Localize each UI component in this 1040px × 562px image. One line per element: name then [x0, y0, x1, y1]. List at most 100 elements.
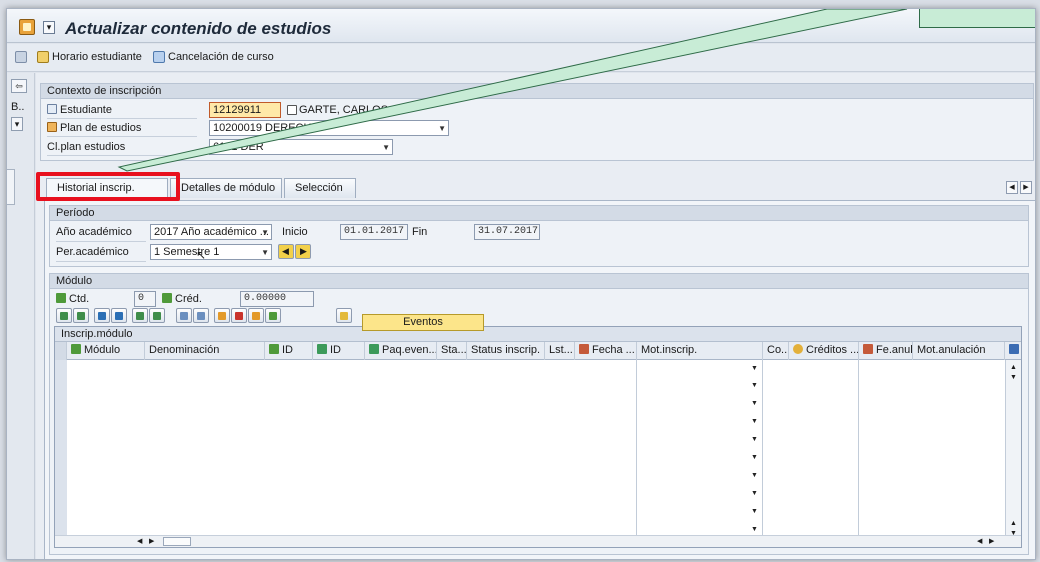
col-lst[interactable]: Lst... [545, 342, 575, 360]
student-id-field[interactable]: 12129911 [209, 102, 281, 118]
chevron-down-icon[interactable]: ▼ [751, 400, 758, 407]
col-mot-anulacion[interactable]: Mot.anulación [913, 342, 1005, 360]
previous-period-button[interactable]: ◀ [278, 244, 294, 259]
expand-icon[interactable]: ▾ [11, 117, 23, 131]
scroll-right-icon[interactable]: ▶ [149, 537, 154, 545]
edit-button[interactable] [176, 308, 192, 323]
context-group-title: Contexto de inscripción [41, 84, 1033, 99]
search-help-icon[interactable] [287, 105, 297, 115]
export-icon [136, 312, 144, 320]
col-mot-inscrip[interactable]: Mot.inscrip. [637, 342, 763, 360]
next-period-button[interactable]: ▶ [295, 244, 311, 259]
scroll-up-icon[interactable]: ▲ [1010, 364, 1017, 371]
other-student-button[interactable] [15, 51, 27, 63]
col-paq-even-label: Paq.even... [382, 344, 437, 356]
vertical-scrollbar[interactable]: ▲ ▼ ▲ ▼ [1005, 360, 1021, 542]
system-menu-icon[interactable]: ▾ [43, 21, 55, 34]
filter-button[interactable] [111, 308, 127, 323]
col-creditos[interactable]: Créditos ... [789, 342, 859, 360]
chevron-down-icon[interactable]: ▼ [751, 365, 758, 372]
clplan-value: 6101 DER [213, 141, 264, 153]
row-selector-column[interactable] [55, 360, 67, 542]
divider [56, 241, 146, 242]
chevron-down-icon[interactable]: ▼ [751, 382, 758, 389]
arrow-right-icon [340, 312, 348, 320]
change-button[interactable] [265, 308, 281, 323]
chevron-down-icon: ▼ [382, 143, 390, 152]
book-button[interactable] [214, 308, 230, 323]
creditos-column-cells[interactable] [789, 360, 859, 542]
col-paq-even[interactable]: Paq.even... [365, 342, 437, 360]
per-dropdown[interactable]: 1 Semestre 1 ▼ [150, 244, 272, 260]
tab-scroll-left-icon[interactable]: ◀ [1006, 181, 1018, 194]
col-modulo[interactable]: Módulo [67, 342, 145, 360]
collapse-handle[interactable] [7, 169, 15, 205]
col-fecha[interactable]: Fecha ... [575, 342, 637, 360]
events-arrow-button[interactable] [336, 308, 352, 323]
chevron-down-icon[interactable]: ▼ [751, 436, 758, 443]
schedule-button[interactable]: Horario estudiante [37, 51, 142, 63]
calendar-icon [863, 344, 873, 354]
back-arrow-icon[interactable]: ⇦ [11, 79, 27, 93]
col-id-2[interactable]: ID [313, 342, 365, 360]
scroll-left-icon[interactable]: ◀ [977, 537, 982, 545]
callout-box [919, 9, 1035, 28]
fecha-column-cells[interactable] [575, 360, 637, 542]
application-toolbar: Horario estudiante Cancelación de curso [7, 44, 1035, 72]
details-button[interactable] [56, 308, 72, 323]
chevron-down-icon[interactable]: ▼ [751, 508, 758, 515]
cancel-course-button[interactable]: Cancelación de curso [153, 51, 274, 63]
col-fe-anul[interactable]: Fe.anul. [859, 342, 913, 360]
col-co[interactable]: Co... [763, 342, 789, 360]
cancel-booking-button[interactable] [231, 308, 247, 323]
select-all-cell[interactable] [55, 342, 67, 360]
mot-inscrip-column-cells[interactable] [637, 360, 763, 542]
scroll-thumb[interactable] [163, 537, 191, 546]
chevron-down-icon: ▼ [438, 124, 446, 133]
export-button[interactable] [132, 308, 148, 323]
plan-dropdown[interactable]: 10200019 DERECHO ▼ [209, 120, 449, 136]
tab-scroll-right-icon[interactable]: ▶ [1020, 181, 1032, 194]
rebook-button[interactable] [248, 308, 264, 323]
column-settings-icon[interactable] [1005, 342, 1021, 360]
chevron-down-icon[interactable]: ▼ [751, 454, 758, 461]
col-fecha-label: Fecha ... [592, 344, 635, 356]
tab-detalles-modulo[interactable]: Detalles de módulo [170, 178, 282, 198]
horizontal-scrollbar[interactable]: ◀ ▶ ◀ ▶ [55, 535, 1021, 547]
col-denominacion[interactable]: Denominación [145, 342, 265, 360]
col-sta[interactable]: Sta... [437, 342, 467, 360]
grid-header: Módulo Denominación ID ID Paq.even... St… [55, 342, 1021, 360]
scroll-right-icon[interactable]: ▶ [989, 537, 994, 545]
clplan-label: Cl.plan estudios [47, 141, 126, 153]
scroll-up-icon[interactable]: ▲ [1010, 520, 1017, 527]
chevron-down-icon[interactable]: ▼ [751, 418, 758, 425]
app-icon[interactable] [19, 19, 35, 35]
student-icon [47, 104, 57, 114]
divider [56, 261, 146, 262]
cred-label-wrap: Créd. [162, 293, 202, 305]
link-button[interactable] [193, 308, 209, 323]
scroll-down-icon[interactable]: ▼ [1010, 374, 1017, 381]
fin-label: Fin [412, 226, 428, 238]
student-name: GARTE, CARLOS [299, 104, 389, 116]
sort-asc-button[interactable] [94, 308, 110, 323]
navigation-b-label[interactable]: B.. [11, 101, 24, 113]
chevron-down-icon[interactable]: ▼ [751, 526, 758, 533]
fin-field: 31.07.2017 [474, 224, 540, 240]
col-id-1[interactable]: ID [265, 342, 313, 360]
scroll-left-icon[interactable]: ◀ [137, 537, 142, 545]
pencil-icon [180, 312, 188, 320]
select-all-button[interactable] [73, 308, 89, 323]
inicio-field: 01.01.2017 [340, 224, 408, 240]
layout-button[interactable] [149, 308, 165, 323]
select-all-icon [77, 312, 85, 320]
col-status-inscrip[interactable]: Status inscrip. [467, 342, 545, 360]
tab-seleccion[interactable]: Selección [284, 178, 356, 198]
eventos-button[interactable]: Eventos [362, 314, 484, 331]
year-dropdown[interactable]: 2017 Año académico ... ▼ [150, 224, 272, 240]
chevron-down-icon: ▼ [261, 228, 269, 237]
link-icon [197, 312, 205, 320]
clplan-dropdown[interactable]: 6101 DER ▼ [209, 139, 393, 155]
chevron-down-icon[interactable]: ▼ [751, 472, 758, 479]
chevron-down-icon[interactable]: ▼ [751, 490, 758, 497]
